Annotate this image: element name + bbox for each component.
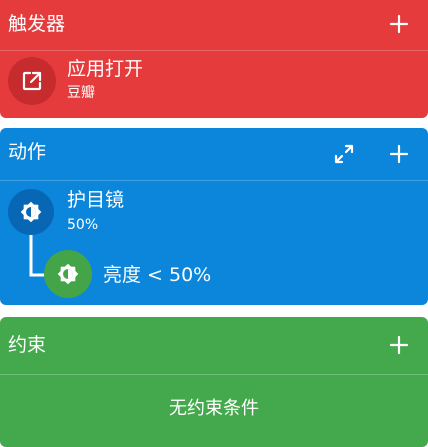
action-item-icon bbox=[8, 189, 54, 235]
action-card: 动作 护目镜 50% 亮度 < 50% bbox=[0, 128, 428, 305]
brightness-icon bbox=[57, 263, 79, 285]
plus-icon bbox=[389, 14, 409, 34]
action-item-subtitle: 50% bbox=[67, 217, 99, 233]
trigger-item-subtitle: 豆瓣 bbox=[67, 85, 95, 101]
constraint-empty-text: 无约束条件 bbox=[169, 398, 259, 419]
plus-icon bbox=[389, 335, 409, 355]
add-action-button[interactable] bbox=[385, 140, 413, 168]
action-condition-brightness[interactable]: 亮度 < 50% bbox=[40, 248, 428, 302]
condition-icon bbox=[44, 250, 92, 298]
constraint-card-header: 约束 bbox=[0, 317, 428, 367]
action-item-title: 护目镜 bbox=[67, 189, 125, 211]
add-constraint-button[interactable] bbox=[385, 331, 413, 359]
trigger-card-header: 触发器 bbox=[0, 0, 428, 50]
brightness-icon bbox=[20, 201, 42, 223]
trigger-item-icon bbox=[8, 57, 56, 105]
expand-actions-button[interactable] bbox=[330, 140, 358, 168]
condition-label: 亮度 < 50% bbox=[103, 264, 212, 286]
trigger-item-app-open[interactable]: 应用打开 豆瓣 bbox=[0, 51, 428, 112]
plus-icon bbox=[389, 144, 409, 164]
trigger-item-title: 应用打开 bbox=[67, 58, 144, 80]
expand-icon bbox=[334, 144, 354, 164]
open-in-new-icon bbox=[22, 71, 42, 91]
trigger-card-title: 触发器 bbox=[8, 13, 66, 35]
add-trigger-button[interactable] bbox=[385, 10, 413, 38]
constraint-card-title: 约束 bbox=[8, 334, 47, 356]
constraint-card: 约束 无约束条件 bbox=[0, 317, 428, 447]
trigger-card: 触发器 应用打开 豆瓣 bbox=[0, 0, 428, 118]
action-item-eye-protection[interactable]: 护目镜 50% bbox=[0, 181, 428, 235]
constraint-divider bbox=[0, 374, 428, 375]
